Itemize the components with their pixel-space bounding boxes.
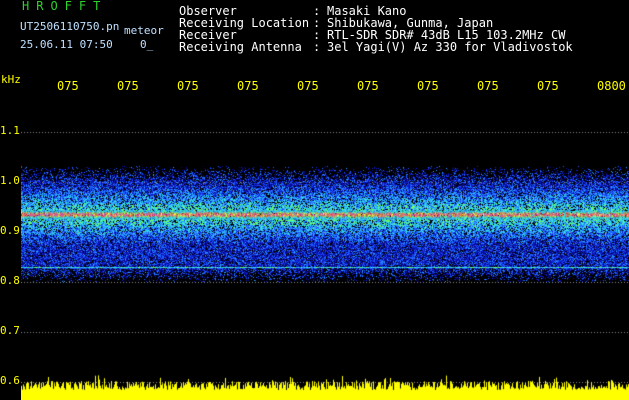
y-tick-label: 0.7 (0, 324, 20, 337)
file-name: UT2506110750.pn (20, 20, 120, 33)
x-tick-label: 075 (417, 79, 439, 93)
date-time: 25.06.11 07:50 (20, 38, 113, 51)
x-tick-label: 075 (357, 79, 379, 93)
y-tick-label: 0.6 (0, 374, 20, 387)
y-tick-label: 0.9 (0, 224, 20, 237)
x-tick-label: 075 (117, 79, 139, 93)
x-tick-label: 075 (237, 79, 259, 93)
antenna-value: 3el Yagi(V) Az 330 for Vladivostok (327, 40, 573, 54)
x-tick-label: 075 (57, 79, 79, 93)
antenna-label: Receiving Antenna (179, 40, 302, 54)
x-tick-label: 075 (537, 79, 559, 93)
colon: : (313, 40, 321, 54)
x-tick-label: 0800 (597, 79, 626, 93)
spectrogram-plot (21, 95, 629, 400)
y-tick-label: 0.8 (0, 274, 20, 287)
detection-kind: meteor (124, 24, 164, 37)
x-tick-label: 075 (297, 79, 319, 93)
y-axis-unit: kHz (1, 73, 21, 86)
x-tick-label: 075 (477, 79, 499, 93)
x-tick-label: 075 (177, 79, 199, 93)
y-tick-label: 1.1 (0, 124, 20, 137)
y-tick-label: 1.0 (0, 174, 20, 187)
hrofft-logo: HROFFT (22, 0, 108, 13)
detection-code: 0_ (140, 38, 154, 51)
